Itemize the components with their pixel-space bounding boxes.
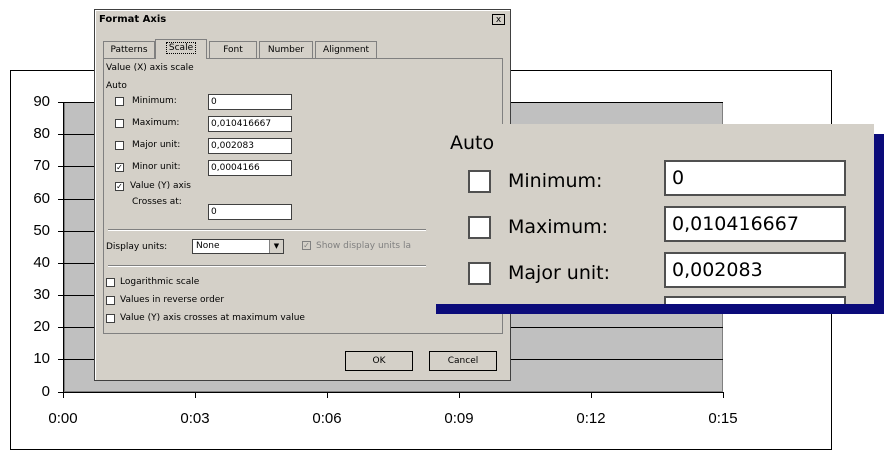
y-tick-label: 40: [33, 254, 50, 271]
major-unit-label: Major unit:: [132, 140, 181, 150]
crosses-max-label: Value (Y) axis crosses at maximum value: [120, 313, 305, 323]
zoom-maximum-label: Maximum:: [508, 216, 609, 238]
reverse-order-checkbox[interactable]: [106, 296, 115, 305]
value-axis-checkbox[interactable]: ✓: [115, 182, 124, 191]
y-tick-label: 50: [33, 222, 50, 239]
y-tick-label: 10: [33, 350, 50, 367]
zoom-maximum-checkbox[interactable]: [468, 216, 491, 239]
zoom-minor-unit-field[interactable]: [664, 296, 846, 304]
maximum-label: Maximum:: [132, 118, 180, 128]
crosses-at-label: Crosses at:: [132, 197, 182, 207]
x-tick-label: 0:00: [48, 410, 78, 427]
y-tick-label: 90: [33, 93, 50, 110]
maximum-field[interactable]: 0,010416667: [208, 116, 292, 132]
zoom-major-unit-field[interactable]: 0,002083: [664, 252, 846, 288]
x-tick: [63, 392, 64, 398]
show-display-units-label: Show display units la: [316, 241, 411, 251]
logarithmic-scale-label: Logarithmic scale: [120, 277, 200, 287]
y-tick: [58, 199, 64, 200]
y-tick-label: 20: [33, 318, 50, 335]
value-axis-label: Value (Y) axis: [130, 181, 191, 191]
major-unit-auto-checkbox[interactable]: [115, 141, 124, 150]
close-button[interactable]: x: [492, 14, 505, 25]
y-tick: [58, 134, 64, 135]
y-tick: [58, 263, 64, 264]
major-unit-field[interactable]: 0,002083: [208, 138, 292, 154]
zoom-maximum-field[interactable]: 0,010416667: [664, 206, 846, 242]
checkmark-icon: ✓: [116, 182, 123, 191]
y-tick-label: 80: [33, 125, 50, 142]
y-tick: [58, 327, 64, 328]
zoom-minimum-label: Minimum:: [508, 170, 603, 192]
crosses-max-checkbox[interactable]: [106, 314, 115, 323]
tab-scale-label: Scale: [165, 42, 197, 54]
y-tick: [58, 166, 64, 167]
y-tick-label: 60: [33, 190, 50, 207]
tab-number[interactable]: Number: [259, 41, 313, 58]
tab-scale[interactable]: Scale: [155, 39, 207, 59]
chevron-down-icon: ▼: [269, 240, 283, 253]
x-tick: [459, 392, 460, 398]
display-units-value: None: [196, 241, 220, 251]
close-icon: x: [495, 15, 502, 25]
x-tick: [723, 392, 724, 398]
display-units-label: Display units:: [106, 242, 168, 252]
reverse-order-label: Values in reverse order: [120, 295, 225, 305]
zoom-major-unit-checkbox[interactable]: [468, 262, 491, 285]
auto-label: Auto: [106, 81, 127, 91]
y-tick: [58, 295, 64, 296]
x-tick-label: 0:09: [444, 410, 474, 427]
minimum-label: Minimum:: [132, 96, 177, 106]
x-tick-label: 0:03: [180, 410, 210, 427]
x-tick-label: 0:12: [576, 410, 606, 427]
y-tick: [58, 231, 64, 232]
dialog-title: Format Axis: [99, 14, 167, 25]
minor-unit-field[interactable]: 0,0004166: [208, 160, 292, 176]
y-axis-line: [63, 102, 64, 394]
cancel-button[interactable]: Cancel: [429, 351, 497, 371]
crosses-at-field[interactable]: 0: [208, 204, 292, 220]
x-tick: [195, 392, 196, 398]
y-tick: [58, 102, 64, 103]
maximum-auto-checkbox[interactable]: [115, 119, 124, 128]
tab-alignment[interactable]: Alignment: [315, 41, 377, 58]
y-tick-label: 30: [33, 286, 50, 303]
x-tick: [327, 392, 328, 398]
tab-font[interactable]: Font: [209, 41, 257, 58]
zoom-major-unit-label: Major unit:: [508, 262, 611, 284]
y-tick-label: 70: [33, 157, 50, 174]
zoom-callout: Auto Minimum: 0 Maximum: 0,010416667 Maj…: [426, 124, 874, 304]
display-units-select[interactable]: None ▼: [192, 239, 284, 254]
checkmark-icon: ✓: [116, 163, 123, 172]
y-tick-label: 0: [41, 383, 50, 400]
x-tick-label: 0:06: [312, 410, 342, 427]
minimum-auto-checkbox[interactable]: [115, 97, 124, 106]
minor-unit-auto-checkbox[interactable]: ✓: [115, 163, 124, 172]
x-tick: [591, 392, 592, 398]
x-tick-label: 0:15: [708, 410, 738, 427]
logarithmic-scale-checkbox[interactable]: [106, 278, 115, 287]
axis-scale-heading: Value (X) axis scale: [106, 63, 194, 73]
zoom-auto-label: Auto: [450, 132, 495, 154]
minor-unit-label: Minor unit:: [132, 162, 181, 172]
checkmark-icon: ✓: [303, 241, 310, 250]
ok-button[interactable]: OK: [345, 351, 413, 371]
zoom-minimum-field[interactable]: 0: [664, 160, 846, 196]
x-axis-line: [63, 392, 724, 393]
y-tick: [58, 359, 64, 360]
zoom-minimum-checkbox[interactable]: [468, 170, 491, 193]
show-display-units-checkbox[interactable]: ✓: [302, 241, 311, 250]
tab-patterns[interactable]: Patterns: [103, 41, 155, 58]
dialog-titlebar[interactable]: Format Axis x: [97, 12, 508, 28]
minimum-field[interactable]: 0: [208, 94, 292, 110]
